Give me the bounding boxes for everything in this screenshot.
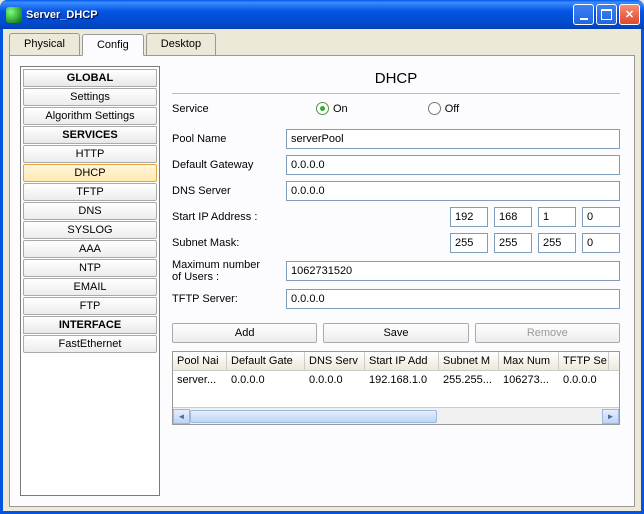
max-users-label: Maximum number of Users :: [172, 259, 282, 283]
table-row[interactable]: server... 0.0.0.0 0.0.0.0 192.168.1.0 25…: [173, 371, 619, 389]
radio-on-icon: [316, 102, 329, 115]
th-startip[interactable]: Start IP Add: [365, 352, 439, 370]
subnet-1[interactable]: [494, 233, 532, 253]
close-button[interactable]: [619, 4, 640, 25]
subnet-2[interactable]: [538, 233, 576, 253]
tab-physical[interactable]: Physical: [9, 33, 80, 55]
pool-name-input[interactable]: [286, 129, 620, 149]
cell-tftp: 0.0.0.0: [559, 371, 609, 389]
gateway-label: Default Gateway: [172, 159, 282, 171]
sidebar-item-syslog[interactable]: SYSLOG: [23, 221, 157, 239]
th-subnet[interactable]: Subnet M: [439, 352, 499, 370]
main-panel: DHCP Service On Off Pool Name: [168, 66, 624, 496]
cell-pool: server...: [173, 371, 227, 389]
cell-max: 106273...: [499, 371, 559, 389]
sidebar-item-fastethernet[interactable]: FastEthernet: [23, 335, 157, 353]
sidebar-item-settings[interactable]: Settings: [23, 88, 157, 106]
cell-gateway: 0.0.0.0: [227, 371, 305, 389]
sidebar-item-email[interactable]: EMAIL: [23, 278, 157, 296]
sidebar: GLOBAL Settings Algorithm Settings SERVI…: [20, 66, 160, 496]
start-ip-2[interactable]: [538, 207, 576, 227]
dns-label: DNS Server: [172, 185, 282, 197]
start-ip-0[interactable]: [450, 207, 488, 227]
scroll-track[interactable]: [190, 409, 602, 424]
sidebar-item-dns[interactable]: DNS: [23, 202, 157, 220]
sidebar-item-dhcp[interactable]: DHCP: [23, 164, 157, 182]
cell-subnet: 255.255...: [439, 371, 499, 389]
radio-on[interactable]: On: [316, 102, 348, 115]
add-button[interactable]: Add: [172, 323, 317, 343]
pool-table: Pool Nai Default Gate DNS Serv Start IP …: [172, 351, 620, 425]
th-gateway[interactable]: Default Gate: [227, 352, 305, 370]
subnet-label: Subnet Mask:: [172, 237, 302, 249]
th-pool[interactable]: Pool Nai: [173, 352, 227, 370]
panel-title: DHCP: [172, 70, 620, 87]
subnet-0[interactable]: [450, 233, 488, 253]
window-title: Server_DHCP: [26, 9, 573, 21]
cell-startip: 192.168.1.0: [365, 371, 439, 389]
tab-desktop[interactable]: Desktop: [146, 33, 216, 55]
maximize-button[interactable]: [596, 4, 617, 25]
radio-off-icon: [428, 102, 441, 115]
titlebar: Server_DHCP: [0, 0, 644, 29]
table-header: Pool Nai Default Gate DNS Serv Start IP …: [173, 352, 619, 371]
sidebar-item-algorithm[interactable]: Algorithm Settings: [23, 107, 157, 125]
tab-bar: Physical Config Desktop: [3, 29, 641, 55]
th-max[interactable]: Max Num: [499, 352, 559, 370]
sidebar-item-http[interactable]: HTTP: [23, 145, 157, 163]
sidebar-item-ntp[interactable]: NTP: [23, 259, 157, 277]
sidebar-header-global: GLOBAL: [23, 69, 157, 87]
sidebar-header-interface: INTERFACE: [23, 316, 157, 334]
start-ip-3[interactable]: [582, 207, 620, 227]
sidebar-item-tftp[interactable]: TFTP: [23, 183, 157, 201]
pool-name-label: Pool Name: [172, 133, 282, 145]
th-tftp[interactable]: TFTP Se: [559, 352, 609, 370]
minimize-button[interactable]: [573, 4, 594, 25]
start-ip-1[interactable]: [494, 207, 532, 227]
radio-off-label: Off: [445, 103, 459, 115]
max-users-input[interactable]: [286, 261, 620, 281]
tftp-label: TFTP Server:: [172, 293, 282, 305]
scroll-right-icon[interactable]: ►: [602, 409, 619, 424]
sidebar-item-ftp[interactable]: FTP: [23, 297, 157, 315]
dns-input[interactable]: [286, 181, 620, 201]
th-dns[interactable]: DNS Serv: [305, 352, 365, 370]
hscrollbar[interactable]: ◄ ►: [173, 407, 619, 424]
start-ip-label: Start IP Address :: [172, 211, 302, 223]
cell-dns: 0.0.0.0: [305, 371, 365, 389]
sidebar-item-aaa[interactable]: AAA: [23, 240, 157, 258]
subnet-3[interactable]: [582, 233, 620, 253]
tftp-input[interactable]: [286, 289, 620, 309]
scroll-thumb[interactable]: [190, 410, 437, 423]
radio-on-label: On: [333, 103, 348, 115]
app-icon: [6, 7, 22, 23]
remove-button[interactable]: Remove: [475, 323, 620, 343]
save-button[interactable]: Save: [323, 323, 468, 343]
gateway-input[interactable]: [286, 155, 620, 175]
scroll-left-icon[interactable]: ◄: [173, 409, 190, 424]
tab-config[interactable]: Config: [82, 34, 144, 56]
sidebar-header-services: SERVICES: [23, 126, 157, 144]
service-label: Service: [172, 103, 282, 115]
radio-off[interactable]: Off: [428, 102, 459, 115]
